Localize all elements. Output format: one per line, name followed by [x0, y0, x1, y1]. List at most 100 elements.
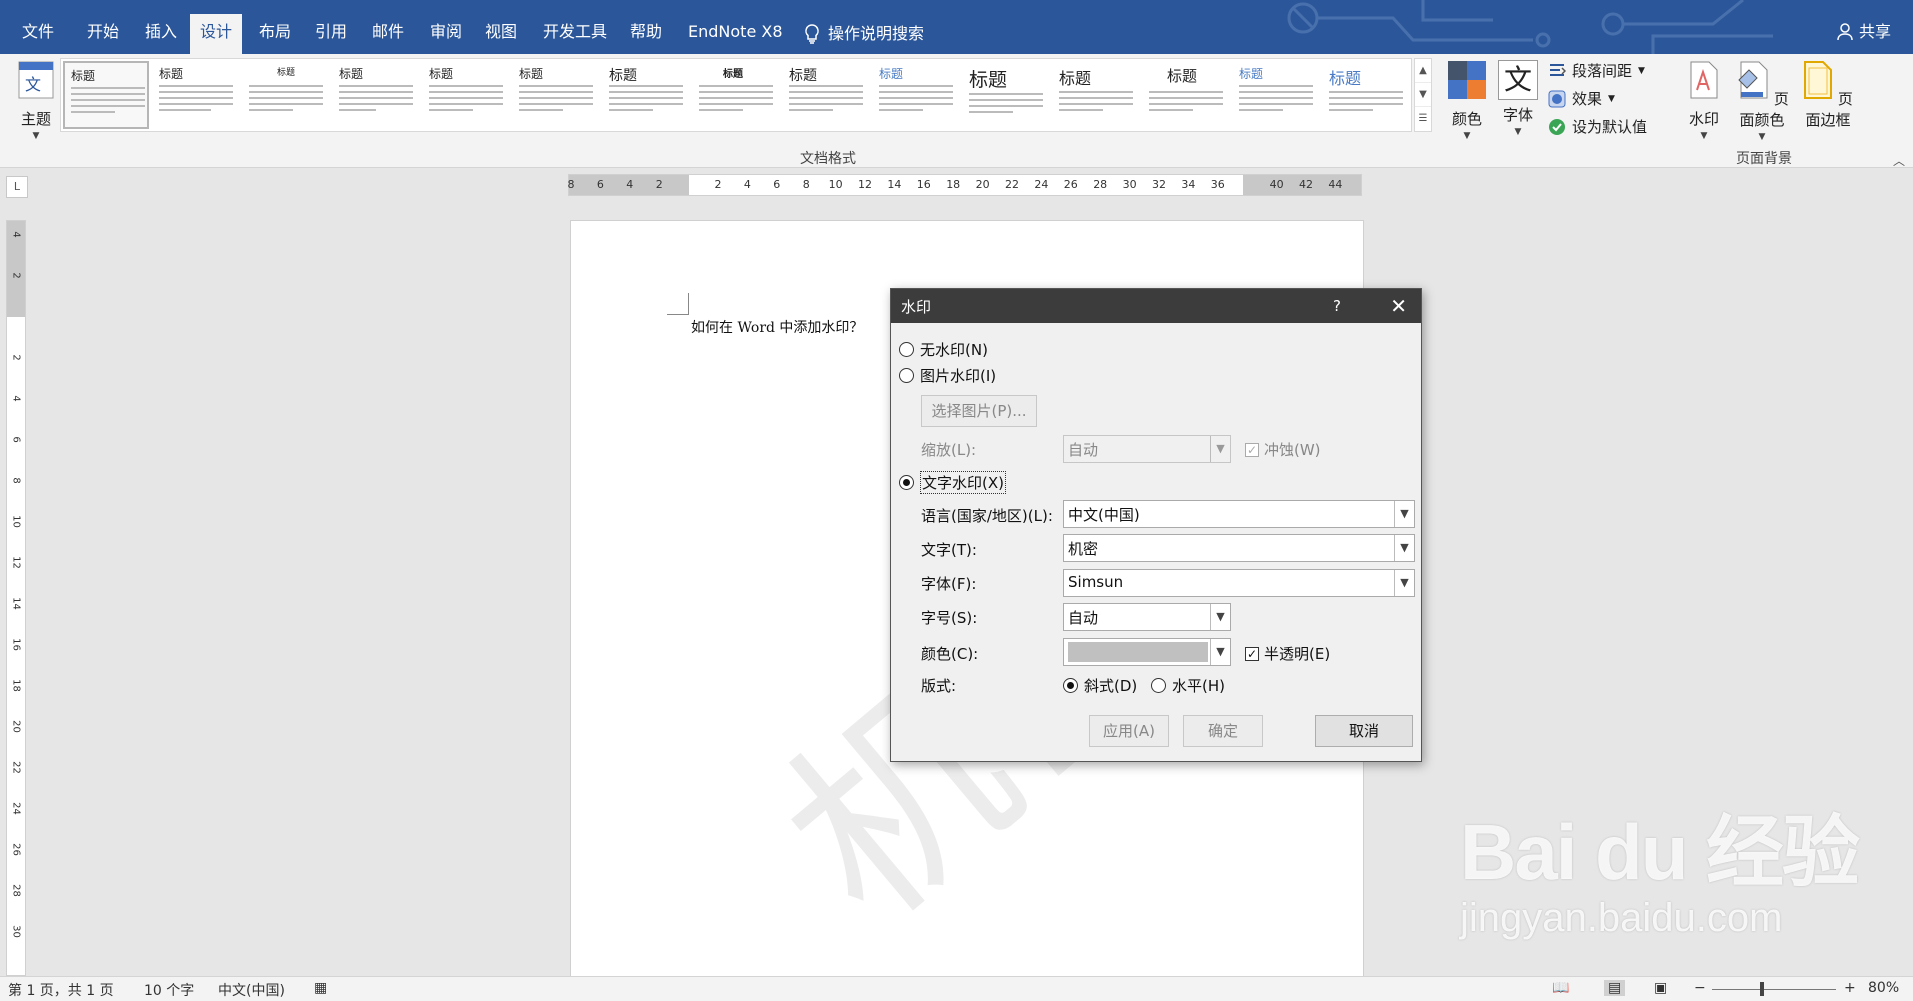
font-select[interactable]: Simsun ▼ [1063, 569, 1415, 597]
web-layout-icon[interactable]: ▣ [1654, 980, 1667, 996]
themes-button[interactable]: 文 主题 ▼ [14, 60, 58, 141]
page-background-group-label: 页面背景 [1736, 151, 1792, 167]
page-borders-button[interactable]: 页面边框 [1796, 60, 1860, 130]
help-icon[interactable]: ? [1333, 289, 1341, 323]
horizontal-ruler[interactable]: 8 6 4 2 2 4 6 8 10 12 14 16 18 20 22 24 26 28 30 32 34 36 40 42… [568, 174, 1362, 196]
ok-button[interactable]: 确定 [1183, 715, 1263, 747]
style-set-3[interactable]: 标题 [243, 61, 329, 129]
no-watermark-label: 无水印(N) [920, 341, 988, 359]
document-text[interactable]: 如何在 Word 中添加水印？ [691, 317, 863, 337]
style-set-5[interactable]: 标题 [423, 61, 509, 129]
chevron-down-icon[interactable]: ▼ [1210, 639, 1230, 665]
picture-watermark-radio[interactable]: 图片水印(I) [899, 365, 996, 386]
vertical-ruler[interactable]: 4 2 2 4 6 8 10 12 14 16 18 20 22 24 26 28 30 [6, 220, 26, 976]
radio-button[interactable] [1063, 678, 1078, 693]
apply-button[interactable]: 应用(A) [1089, 715, 1169, 747]
language-label: 语言(国家/地区)(L): [921, 507, 1053, 525]
more-icon[interactable]: ☰ [1415, 107, 1431, 131]
watermark-button[interactable]: 水印 ▼ [1684, 60, 1724, 141]
ruler-tick: 8 [10, 477, 22, 484]
gallery-scrollbar[interactable]: ▲ ▼ ☰ [1414, 58, 1432, 132]
style-set-2[interactable]: 标题 [153, 61, 239, 129]
style-set-4[interactable]: 标题 [333, 61, 419, 129]
share-button[interactable]: 共享 [1837, 14, 1891, 50]
page-count[interactable]: 第 1 页，共 1 页 [8, 980, 114, 1000]
style-set-10[interactable]: 标题 [873, 61, 959, 129]
color-select[interactable]: ▼ [1063, 638, 1231, 666]
chevron-down-icon: ▼ [1463, 131, 1471, 141]
close-icon[interactable]: ✕ [1390, 289, 1407, 323]
radio-button[interactable] [1151, 678, 1166, 693]
colors-button[interactable]: 颜色 ▼ [1442, 60, 1492, 141]
tab-insert[interactable]: 插入 [135, 14, 187, 54]
checkbox-box[interactable]: ✓ [1245, 646, 1259, 661]
set-as-default-label: 设为默认值 [1572, 118, 1648, 136]
style-set-13[interactable]: 标题 [1143, 61, 1229, 129]
tell-me-search[interactable]: 操作说明搜索 [804, 14, 924, 54]
zoom-out-icon[interactable]: − [1694, 980, 1706, 996]
tab-home[interactable]: 开始 [77, 14, 129, 54]
chevron-down-icon[interactable]: ▼ [1394, 570, 1414, 596]
macro-record-icon[interactable]: ▦ [314, 980, 327, 996]
cancel-button[interactable]: 取消 [1315, 715, 1413, 747]
style-set-1[interactable]: 标题 [63, 61, 149, 129]
diagonal-radio[interactable]: 斜式(D) [1063, 675, 1137, 696]
tab-developer[interactable]: 开发工具 [533, 14, 617, 54]
style-set-11[interactable]: 标题 [963, 61, 1049, 129]
no-watermark-radio[interactable]: 无水印(N) [899, 339, 988, 360]
page-color-button[interactable]: 页面颜色 ▼ [1730, 60, 1794, 142]
tab-file[interactable]: 文件 [12, 14, 64, 54]
style-set-6[interactable]: 标题 [513, 61, 599, 129]
style-set-title: 标题 [1167, 67, 1198, 85]
zoom-slider-thumb[interactable] [1760, 982, 1764, 996]
effects-button[interactable]: 效果 ▼ [1548, 88, 1615, 109]
tab-help[interactable]: 帮助 [620, 14, 672, 54]
tab-references[interactable]: 引用 [305, 14, 357, 54]
language-select[interactable]: 中文(中国) ▼ [1063, 500, 1415, 528]
select-picture-button[interactable]: 选择图片(P)... [921, 395, 1037, 427]
tab-mailings[interactable]: 邮件 [362, 14, 414, 54]
zoom-in-icon[interactable]: + [1844, 980, 1856, 996]
zoom-level[interactable]: 80% [1868, 980, 1899, 996]
chevron-down-icon[interactable]: ▼ [1415, 83, 1431, 107]
radio-button[interactable] [899, 475, 914, 490]
chevron-down-icon[interactable]: ▼ [1394, 535, 1414, 561]
style-set-7[interactable]: 标题 [603, 61, 689, 129]
ruler-tick: 28 [1093, 178, 1108, 191]
word-count[interactable]: 10 个字 [144, 980, 194, 1000]
text-watermark-radio[interactable]: 文字水印(X) [899, 471, 1006, 494]
chevron-down-icon[interactable]: ▼ [1210, 604, 1230, 630]
set-as-default-button[interactable]: 设为默认值 [1548, 116, 1647, 137]
collapse-ribbon-icon[interactable]: ︿ [1893, 152, 1905, 169]
size-select[interactable]: 自动 ▼ [1063, 603, 1231, 631]
tab-selector[interactable]: L [6, 176, 28, 198]
fonts-button[interactable]: 文 字体 ▼ [1496, 60, 1540, 137]
style-set-8[interactable]: 标题 [693, 61, 779, 129]
style-set-14[interactable]: 标题 [1233, 61, 1319, 129]
print-layout-icon[interactable]: ▤ [1604, 980, 1626, 996]
washout-checkbox[interactable]: ✓ 冲蚀(W) [1245, 439, 1321, 460]
horizontal-radio[interactable]: 水平(H) [1151, 675, 1225, 696]
chevron-up-icon[interactable]: ▲ [1415, 59, 1431, 83]
text-combobox[interactable]: 机密 ▼ [1063, 534, 1415, 562]
radio-button[interactable] [899, 368, 914, 383]
chevron-down-icon[interactable]: ▼ [1210, 436, 1230, 462]
dialog-title-bar: 水印 ? ✕ [891, 289, 1421, 323]
semitransparent-checkbox[interactable]: ✓ 半透明(E) [1245, 643, 1330, 664]
tab-endnote[interactable]: EndNote X8 [678, 14, 793, 54]
style-set-9[interactable]: 标题 [783, 61, 869, 129]
paragraph-spacing-button[interactable]: 段落间距 ▼ [1548, 60, 1645, 81]
zoom-slider[interactable] [1712, 989, 1836, 990]
tab-design[interactable]: 设计 [190, 14, 243, 54]
read-mode-icon[interactable]: 📖 [1552, 980, 1569, 996]
tab-layout[interactable]: 布局 [249, 14, 301, 54]
language-status[interactable]: 中文(中国) [218, 980, 285, 1000]
chevron-down-icon[interactable]: ▼ [1394, 501, 1414, 527]
style-set-15[interactable]: 标题 [1323, 61, 1409, 129]
style-set-12[interactable]: 标题 [1053, 61, 1139, 129]
radio-button[interactable] [899, 342, 914, 357]
checkbox-box[interactable]: ✓ [1245, 442, 1259, 457]
tab-review[interactable]: 审阅 [420, 14, 472, 54]
tab-view[interactable]: 视图 [475, 14, 527, 54]
scale-select[interactable]: 自动 ▼ [1063, 435, 1231, 463]
